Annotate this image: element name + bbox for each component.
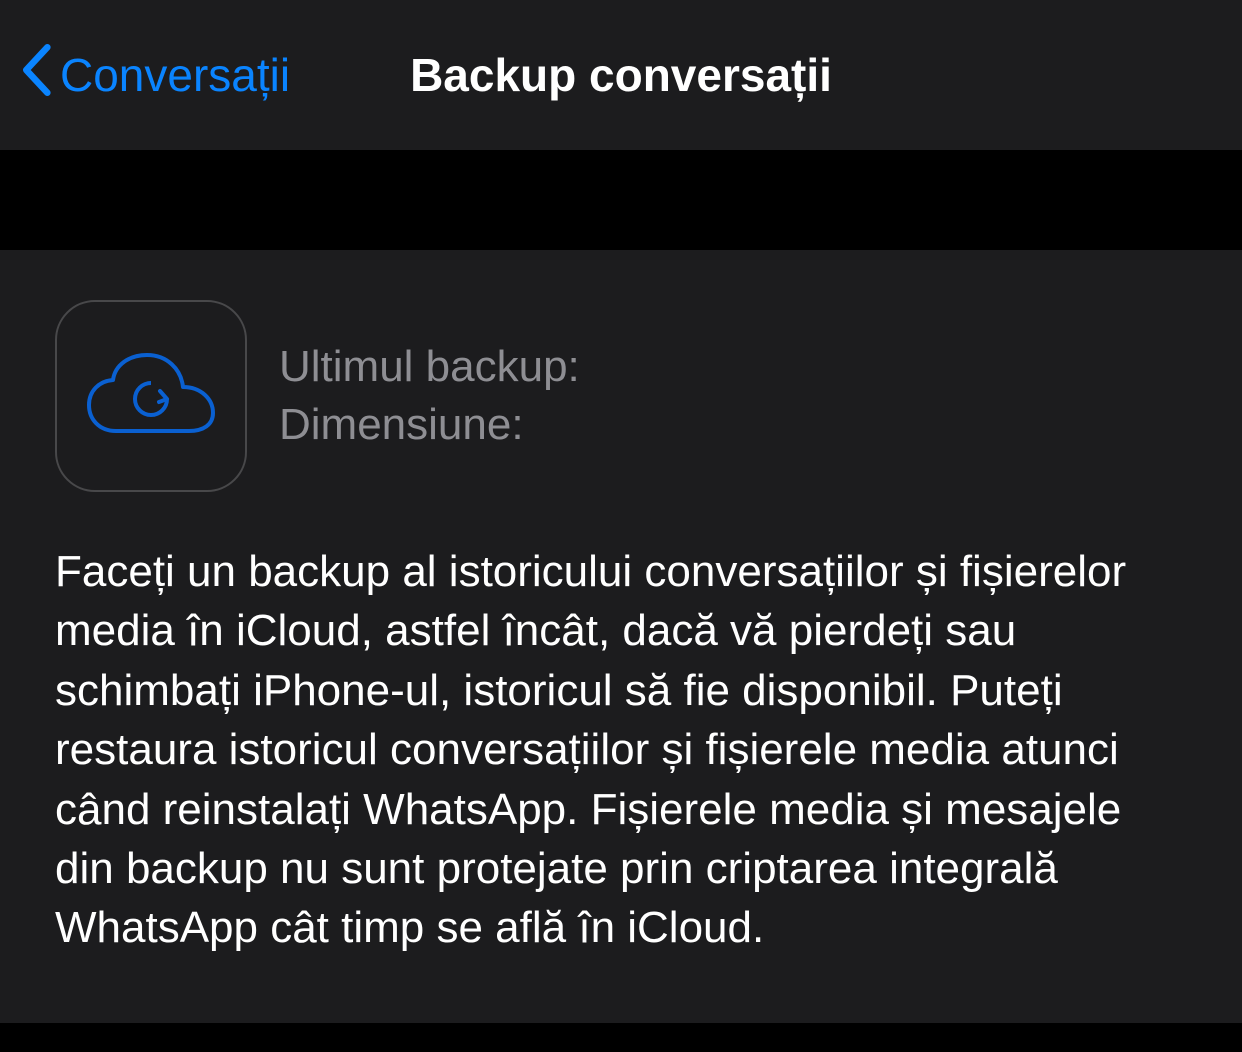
backup-description: Faceți un backup al istoricului conversa… <box>55 542 1187 958</box>
cloud-backup-icon <box>55 300 247 492</box>
navigation-bar: Conversații Backup conversații <box>0 0 1242 150</box>
backup-details: Ultimul backup: Dimensiune: <box>279 342 580 450</box>
backup-info-row: Ultimul backup: Dimensiune: <box>55 300 1187 492</box>
size-label: Dimensiune: <box>279 400 580 450</box>
chevron-left-icon <box>20 44 52 107</box>
back-button[interactable]: Conversații <box>20 44 290 107</box>
backup-content-section: Ultimul backup: Dimensiune: Faceți un ba… <box>0 250 1242 1023</box>
back-button-label: Conversații <box>60 48 290 102</box>
last-backup-label: Ultimul backup: <box>279 342 580 392</box>
page-title: Backup conversații <box>410 48 832 102</box>
